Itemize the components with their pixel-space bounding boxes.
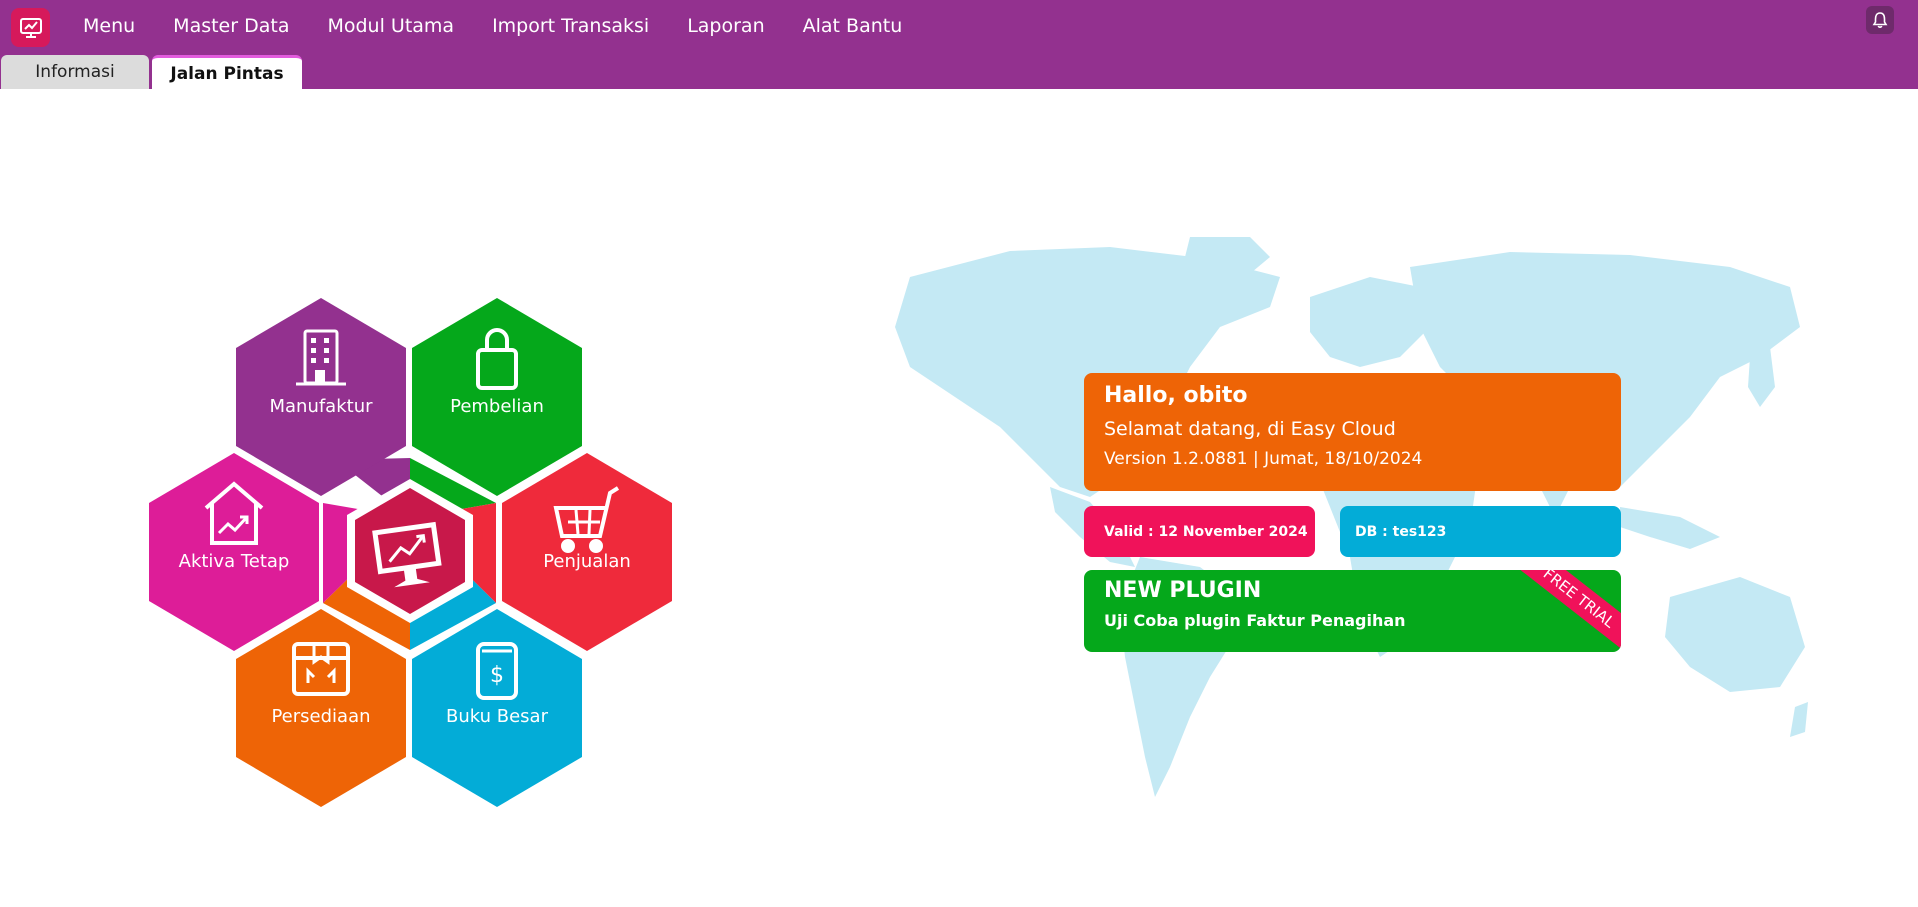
main-menubar: Menu Master Data Modul Utama Import Tran… (64, 0, 940, 52)
license-valid-badge: Valid : 12 November 2024 (1084, 506, 1315, 557)
tab-informasi[interactable]: Informasi (1, 55, 149, 89)
hex-label-pembelian[interactable]: Pembelian (407, 396, 587, 417)
menu-master-data[interactable]: Master Data (173, 15, 289, 37)
app-logo-icon[interactable] (11, 8, 50, 47)
hex-label-buku-besar[interactable]: Buku Besar (407, 706, 587, 727)
tab-jalan-pintas[interactable]: Jalan Pintas (152, 55, 302, 89)
menu-alat-bantu[interactable]: Alat Bantu (803, 15, 903, 37)
hex-label-aktiva-tetap[interactable]: Aktiva Tetap (144, 551, 324, 572)
svg-text:$: $ (490, 663, 504, 688)
welcome-greeting: Hallo, obito (1104, 383, 1248, 408)
version-info: Version 1.2.0881 | Jumat, 18/10/2024 (1104, 449, 1423, 469)
menu-modul-utama[interactable]: Modul Utama (327, 15, 454, 37)
shortcut-hex-cluster: $ Manufaktur Pembelian Aktiva Tetap Penj… (148, 298, 672, 807)
menu-menu[interactable]: Menu (83, 15, 135, 37)
bell-icon (1872, 12, 1888, 28)
hex-label-manufaktur[interactable]: Manufaktur (231, 396, 411, 417)
plugin-description: Uji Coba plugin Faktur Penagihan (1104, 611, 1406, 630)
hex-label-persediaan[interactable]: Persediaan (231, 706, 411, 727)
database-badge: DB : tes123 (1340, 506, 1621, 557)
top-bar: Menu Master Data Modul Utama Import Tran… (0, 0, 1918, 89)
welcome-subtitle: Selamat datang, di Easy Cloud (1104, 418, 1396, 440)
welcome-card: Hallo, obito Selamat datang, di Easy Clo… (1084, 373, 1621, 491)
notification-button[interactable] (1866, 6, 1894, 34)
menu-import-transaksi[interactable]: Import Transaksi (492, 15, 649, 37)
new-plugin-card[interactable]: NEW PLUGIN Uji Coba plugin Faktur Penagi… (1084, 570, 1621, 652)
menu-laporan[interactable]: Laporan (687, 15, 764, 37)
hex-label-penjualan[interactable]: Penjualan (497, 551, 677, 572)
